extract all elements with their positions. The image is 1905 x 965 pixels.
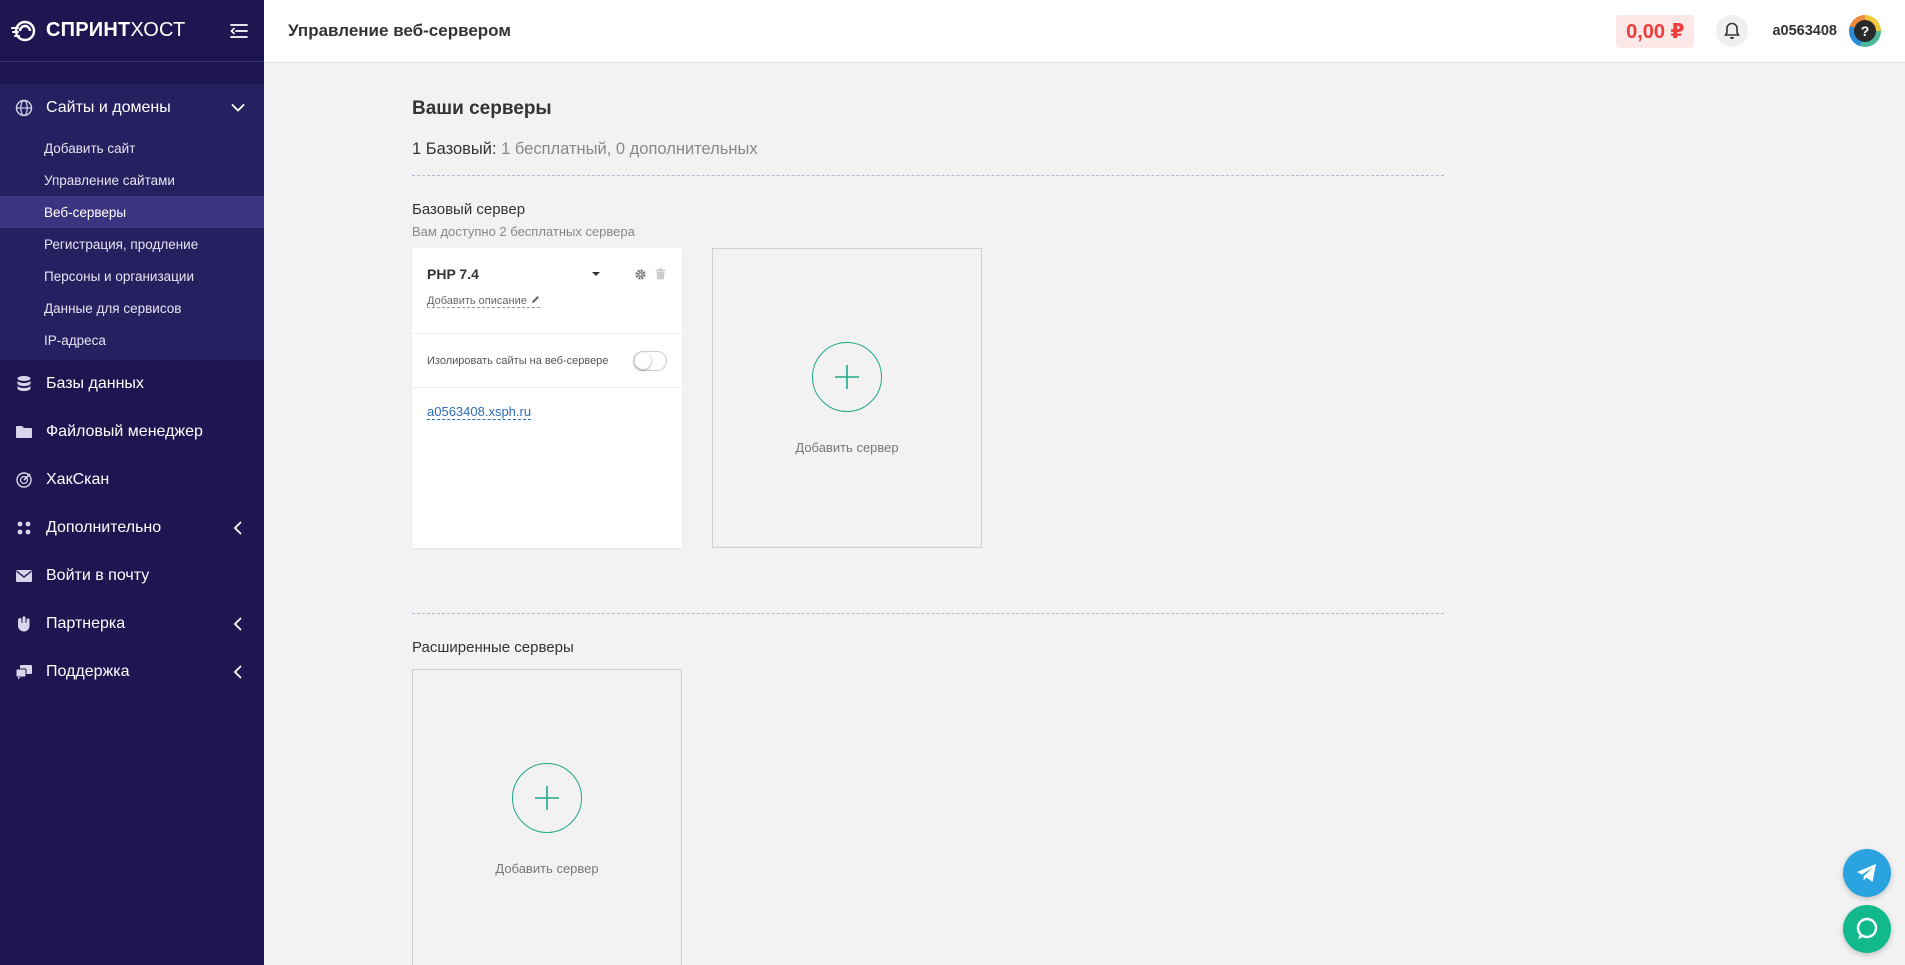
sidebar-subitem-service-data[interactable]: Данные для сервисов xyxy=(0,292,264,324)
sites-submenu: Добавить сайт Управление сайтами Веб-сер… xyxy=(0,132,264,360)
server-card: PHP 7.4 Добавить описание Изолировать са… xyxy=(412,248,682,548)
sidebar-item-mail[interactable]: Войти в почту xyxy=(0,552,264,600)
summary-detail: 1 бесплатный, 0 дополнительных xyxy=(501,140,758,158)
support-chat-icon xyxy=(14,662,34,682)
pencil-icon xyxy=(531,295,540,307)
balance-badge[interactable]: 0,00 ₽ xyxy=(1616,14,1695,48)
caret-down-icon[interactable] xyxy=(589,267,603,281)
plus-icon xyxy=(812,341,882,412)
sidebar-subitem-web-servers[interactable]: Веб-серверы xyxy=(0,196,264,228)
bell-icon[interactable] xyxy=(1716,15,1749,47)
php-row: PHP 7.4 xyxy=(427,262,667,286)
sidebar-item-label: Войти в почту xyxy=(46,567,150,584)
add-description-link[interactable]: Добавить описание xyxy=(427,295,540,308)
sidebar-item-label: Сайты и домены xyxy=(46,99,171,116)
brand-bar: спринтхост xyxy=(0,0,264,62)
mail-icon xyxy=(14,566,34,586)
extended-server-cards: Добавить сервер xyxy=(412,669,1444,965)
grid-dots-icon xyxy=(14,518,34,538)
isolate-toggle[interactable] xyxy=(633,350,667,371)
menu-collapse-icon[interactable] xyxy=(228,20,250,42)
sidebar-item-support[interactable]: Поддержка xyxy=(0,648,264,696)
add-description-label: Добавить описание xyxy=(427,295,527,307)
sidebar-item-additional[interactable]: Дополнительно xyxy=(0,504,264,552)
handshake-icon xyxy=(14,614,34,634)
plus-icon xyxy=(512,762,582,833)
isolate-label: Изолировать сайты на веб-сервере xyxy=(427,354,609,367)
add-server-label: Добавить сервер xyxy=(495,860,599,876)
sidebar-item-label: Базы данных xyxy=(46,375,144,392)
section-divider xyxy=(412,175,1444,176)
sidebar: спринтхост Сайты и домены Добавить сайт … xyxy=(0,0,264,965)
main-content: Ваши серверы 1 Базовый: 1 бесплатный, 0 … xyxy=(412,63,1444,965)
sidebar-subitem-manage-sites[interactable]: Управление сайтами xyxy=(0,164,264,196)
sidebar-subitem-persons[interactable]: Персоны и организации xyxy=(0,260,264,292)
brand-name-regular: хост xyxy=(130,19,186,41)
sidebar-item-sites-domains[interactable]: Сайты и домены xyxy=(0,84,264,132)
radar-icon xyxy=(14,470,34,490)
brand-name-bold: спринт xyxy=(46,19,131,41)
chevron-left-icon xyxy=(230,616,246,632)
sidebar-item-label: Партнерка xyxy=(46,615,126,632)
sidebar-item-label: ХакСкан xyxy=(46,471,110,488)
extended-section-title: Расширенные серверы xyxy=(412,639,574,656)
extended-servers-section: Расширенные серверы Добавить сервер xyxy=(412,639,1444,965)
basic-server-cards: PHP 7.4 Добавить описание Изолировать са… xyxy=(412,248,1444,548)
section-divider xyxy=(412,613,1444,614)
gear-icon[interactable] xyxy=(633,267,647,281)
site-link[interactable]: a0563408.xsph.ru xyxy=(427,404,532,420)
servers-title: Ваши серверы xyxy=(412,98,552,119)
php-version-select[interactable]: PHP 7.4 xyxy=(427,266,479,282)
servers-summary: 1 Базовый: 1 бесплатный, 0 дополнительны… xyxy=(412,140,1444,159)
sidebar-item-label: Дополнительно xyxy=(46,519,162,536)
basic-section-note: Вам доступно 2 бесплатных сервера xyxy=(412,224,635,239)
sprinthost-logo-icon[interactable] xyxy=(10,17,38,45)
page-title: Управление веб-сервером xyxy=(288,21,511,40)
top-header: Управление веб-сервером 0,00 ₽ a0563408 … xyxy=(264,0,1905,63)
sidebar-item-label: Поддержка xyxy=(46,663,130,680)
avatar-text: ? xyxy=(1854,20,1876,42)
database-icon xyxy=(14,374,34,394)
sidebar-subitem-add-site[interactable]: Добавить сайт xyxy=(0,132,264,164)
username[interactable]: a0563408 xyxy=(1772,23,1837,39)
add-basic-server-button[interactable]: Добавить сервер xyxy=(712,248,982,548)
summary-lead: 1 Базовый: xyxy=(412,140,497,158)
basic-servers-section: Базовый сервер Вам доступно 2 бесплатных… xyxy=(412,201,1444,548)
isolate-row: Изолировать сайты на веб-сервере xyxy=(412,334,682,388)
telegram-icon[interactable] xyxy=(1843,849,1891,897)
basic-section-title: Базовый сервер xyxy=(412,201,526,218)
sidebar-nav: Сайты и домены Добавить сайт Управление … xyxy=(0,62,264,696)
sidebar-item-databases[interactable]: Базы данных xyxy=(0,360,264,408)
chevron-down-icon xyxy=(230,100,246,116)
chevron-left-icon xyxy=(230,664,246,680)
add-extended-server-button[interactable]: Добавить сервер xyxy=(412,669,682,965)
trash-icon[interactable] xyxy=(653,267,667,281)
add-server-label: Добавить сервер xyxy=(795,439,899,455)
nav-group-sites: Сайты и домены Добавить сайт Управление … xyxy=(0,84,264,360)
sidebar-subitem-ip-addresses[interactable]: IP-адреса xyxy=(0,324,264,356)
sidebar-item-partner[interactable]: Партнерка xyxy=(0,600,264,648)
sidebar-item-hackscan[interactable]: ХакСкан xyxy=(0,456,264,504)
folder-icon xyxy=(14,422,34,442)
header-right: 0,00 ₽ a0563408 ? xyxy=(1616,14,1881,48)
globe-icon xyxy=(14,98,34,118)
chevron-left-icon xyxy=(230,520,246,536)
toggle-knob xyxy=(635,352,651,369)
avatar[interactable]: ? xyxy=(1849,15,1881,47)
chat-bubble-icon[interactable] xyxy=(1843,905,1891,953)
server-card-head: PHP 7.4 Добавить описание xyxy=(412,248,682,334)
sidebar-subitem-registration[interactable]: Регистрация, продление xyxy=(0,228,264,260)
sidebar-item-file-manager[interactable]: Файловый менеджер xyxy=(0,408,264,456)
sidebar-item-label: Файловый менеджер xyxy=(46,423,203,440)
brand-name[interactable]: спринтхост xyxy=(46,19,185,42)
